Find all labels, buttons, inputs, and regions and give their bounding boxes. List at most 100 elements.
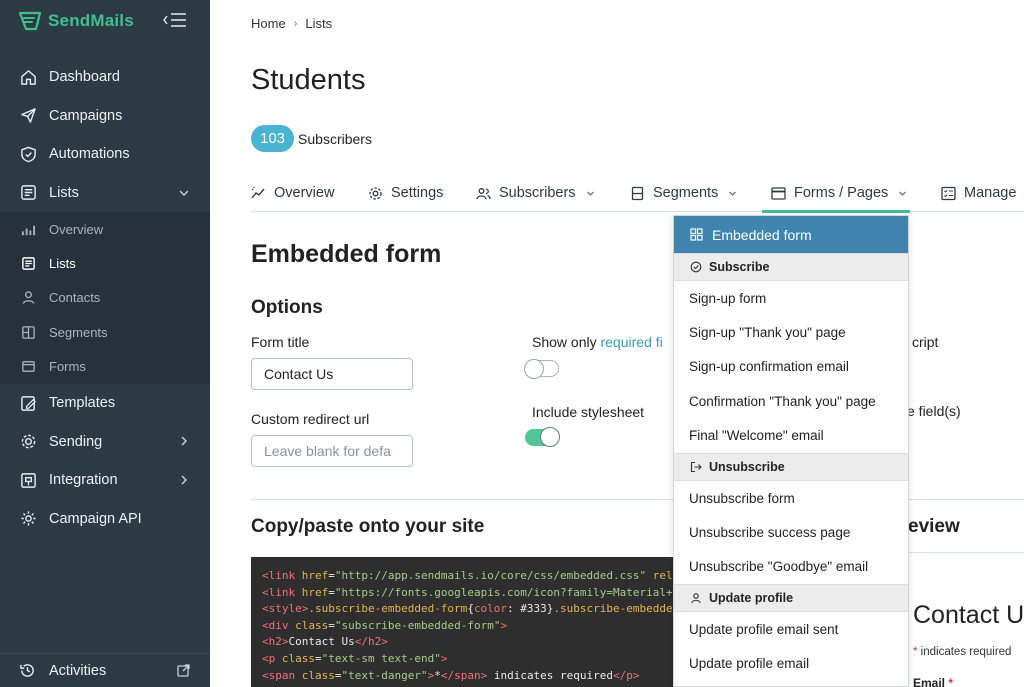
code-token: href [301,569,329,582]
redirect-url-label: Custom redirect url [251,411,370,427]
grid-icon [690,228,703,241]
dropdown-item[interactable]: Unsubscribe "Goodbye" email [674,550,908,584]
dropdown-item-embedded-form[interactable]: Embedded form [674,216,908,253]
sidebar-item-label: Integration [49,472,118,489]
section-title: Embedded form [251,240,442,268]
external-link-icon[interactable] [177,664,190,677]
dropdown-group-subscribe: Subscribe [674,253,908,281]
dropdown-item[interactable]: Unsubscribe form [674,481,908,515]
form-title-input[interactable]: Contact Us [251,358,413,390]
logout-icon [690,461,702,473]
required-only-prefix: Show only [532,334,601,350]
sidebar-item-campaigns[interactable]: Campaigns [0,97,210,136]
email-label: Email [913,676,946,687]
page-title: Students [251,64,366,96]
subscriber-count-label: Subscribers [298,130,372,147]
tab-segments[interactable]: Segments [630,182,737,204]
sidebar-subitem-contacts[interactable]: Contacts [0,281,210,315]
required-only-toggle[interactable] [524,359,559,379]
dropdown-item[interactable]: Update profile email [674,647,908,681]
sidebar-subitem-label: Lists [49,256,76,272]
forms-pages-dropdown: Embedded form Subscribe Sign-up form Sig… [673,215,909,687]
sidebar-item-dashboard[interactable]: Dashboard [0,58,210,97]
options-title: Options [251,297,323,318]
chevron-down-icon [899,191,907,196]
tab-label: Settings [391,185,444,201]
copy-paste-title: Copy/paste onto your site [251,516,485,537]
redirect-url-input[interactable]: Leave blank for defa [251,435,413,467]
tab-label: Overview [274,185,335,201]
code-token: = [328,569,335,582]
preview-form-title: Contact U [913,601,1024,629]
collapse-sidebar-icon[interactable] [162,10,188,30]
code-token: </h2> [354,635,388,649]
dropdown-item[interactable]: Sign-up "Thank you" page [674,315,908,349]
stylesheet-toggle[interactable] [525,427,560,447]
sidebar-item-campaign-api[interactable]: Campaign API [0,499,210,538]
code-token: class [281,651,315,665]
code-token: > [440,651,448,665]
dropdown-group-label: Unsubscribe [709,459,785,474]
dropdown-item[interactable]: Confirmation "Thank you" page [674,384,908,418]
tab-settings[interactable]: Settings [368,182,443,204]
code-token: .subscribe-embedded [553,602,680,616]
code-token: "text-sm text-end" [321,651,441,665]
dropdown-item[interactable]: Update profile email sent [674,612,908,646]
sidebar-item-automations[interactable]: Automations [0,135,210,174]
breadcrumb-current[interactable]: Lists [305,16,332,31]
list-tabs: Overview Settings Subscribers Segments F… [251,176,1024,213]
code-token: = [328,618,335,632]
sidebar-item-activities[interactable]: Activities [0,653,210,687]
sidebar-subitem-segments[interactable]: Segments [0,315,210,349]
code-token: .subscribe-embedded-form [308,602,468,616]
required-star: * [948,676,954,687]
tab-manage[interactable]: Manage [941,182,1016,204]
preview-title: eview [908,516,960,537]
tab-subscribers[interactable]: Subscribers [476,182,595,204]
breadcrumb-home[interactable]: Home [251,16,286,31]
sidebar-item-label: Lists [49,184,79,201]
code-token: <h2> [262,635,289,649]
code-token: : #333} [507,602,554,616]
code-line: <style>.subscribe-embedded-form{color: #… [262,601,691,618]
sidebar-subitem-forms[interactable]: Forms [0,350,210,384]
sidebar-item-label: Templates [49,395,116,412]
sidebar-item-templates[interactable]: Templates [0,384,210,423]
code-token: "https://fonts.googleapis.com/icon?famil… [334,585,680,599]
sidebar-item-integration[interactable]: Integration [0,461,210,500]
brand[interactable]: SendMails [18,10,134,32]
check-circle-icon [690,261,702,273]
sidebar-item-sending[interactable]: Sending [0,422,210,461]
dropdown-item[interactable]: Unsubscribe success page [674,515,908,549]
dropdown-item[interactable]: Sign-up confirmation email [674,350,908,384]
dropdown-item[interactable]: Final "Welcome" email [674,419,908,453]
window-icon [771,186,786,200]
dropdown-item-label: Embedded form [712,226,812,243]
checklist-icon [941,186,956,200]
sidebar-subitem-label: Contacts [49,290,101,306]
subscriber-count-badge: 103 [251,125,295,152]
embed-code-block[interactable]: <link href="http://app.sendmails.io/core… [251,557,691,687]
required-fields-link[interactable]: required fi [600,334,662,350]
code-token: { [467,602,474,616]
tab-forms-pages[interactable]: Forms / Pages [771,182,907,204]
tab-overview[interactable]: Overview [251,182,334,204]
required-only-label: Show only required fi [532,334,663,350]
preview-divider [900,552,1024,553]
code-line: <link href="https://fonts.googleapis.com… [262,585,691,602]
send-icon [19,107,37,125]
tab-label: Segments [653,185,719,201]
sidebar-subitem-lists[interactable]: Lists [0,246,210,280]
sidebar-item-lists[interactable]: Lists [0,174,210,213]
sidebar-subitem-overview[interactable]: Overview [0,212,210,246]
gear-icon [19,433,37,451]
users-icon [476,187,491,199]
code-token: href [301,585,329,599]
code-token: <link [262,585,302,599]
toggle-knob [540,427,560,447]
code-line: <span class="text-danger">*</span> indic… [262,668,691,685]
chevron-down-icon [179,189,189,196]
dropdown-item[interactable]: Sign-up form [674,281,908,315]
segments-icon [631,186,644,200]
